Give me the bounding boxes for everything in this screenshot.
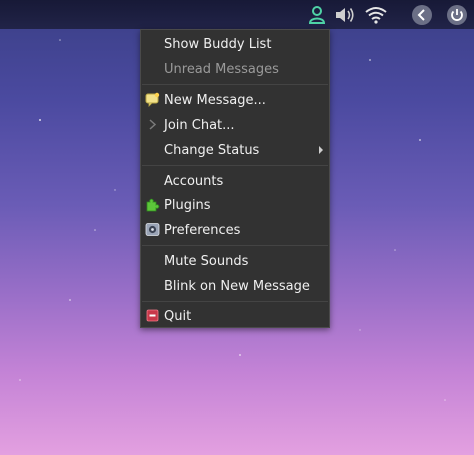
new-message-icon [145,92,160,107]
menu-item-label: Show Buddy List [164,36,272,52]
menu-item-accounts[interactable]: Accounts [141,169,329,193]
menu-item-blink-on-new-message[interactable]: Blink on New Message [141,274,329,298]
top-panel [0,0,474,29]
menu-item-label: Quit [164,308,192,324]
menu-item-label: Preferences [164,222,241,238]
menu-item-label: New Message... [164,92,266,108]
menu-separator [142,165,328,166]
menu-item-join-chat[interactable]: Join Chat... [141,113,329,137]
menu-item-label: Accounts [164,173,224,189]
submenu-arrow-icon [319,146,323,154]
menu-item-quit[interactable]: Quit [141,304,329,328]
menu-item-new-message[interactable]: New Message... [141,88,329,112]
menu-separator [142,84,328,85]
pidgin-tray-menu: Show Buddy List Unread Messages New Mess… [140,29,330,328]
preferences-icon [145,222,160,237]
back-icon[interactable] [411,4,433,26]
menu-item-label: Join Chat... [164,117,235,133]
pidgin-buddy-icon[interactable] [306,4,328,26]
chevron-right-icon [145,117,160,132]
volume-icon[interactable] [334,4,356,26]
plugin-puzzle-icon [145,197,160,212]
menu-item-label: Unread Messages [164,61,279,77]
power-icon[interactable] [446,4,468,26]
menu-item-label: Mute Sounds [164,253,249,269]
menu-item-label: Plugins [164,197,211,213]
menu-separator [142,245,328,246]
menu-item-label: Change Status [164,142,260,158]
menu-item-label: Blink on New Message [164,278,310,294]
menu-item-mute-sounds[interactable]: Mute Sounds [141,249,329,273]
menu-item-change-status[interactable]: Change Status [141,138,329,162]
menu-item-preferences[interactable]: Preferences [141,218,329,242]
quit-icon [145,308,160,323]
menu-item-plugins[interactable]: Plugins [141,193,329,217]
menu-item-show-buddy-list[interactable]: Show Buddy List [141,32,329,56]
menu-separator [142,301,328,302]
menu-item-unread-messages: Unread Messages [141,57,329,81]
wifi-icon[interactable] [364,4,388,26]
